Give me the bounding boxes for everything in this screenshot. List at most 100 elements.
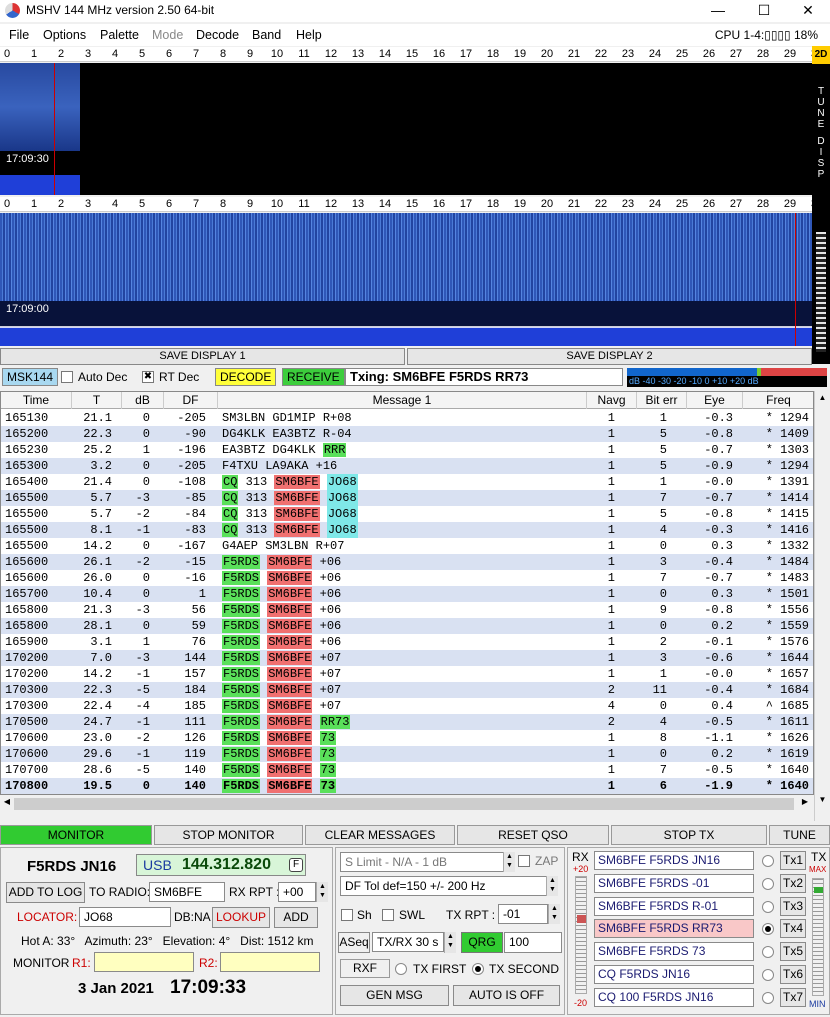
tune-button[interactable]: TUNE: [769, 825, 830, 845]
col-message[interactable]: Message 1: [218, 392, 587, 409]
tx-first-radio[interactable]: [395, 963, 407, 975]
clear-messages-button[interactable]: CLEAR MESSAGES: [305, 825, 455, 845]
s-limit-spinner[interactable]: ▲ ▼: [503, 852, 515, 872]
table-row[interactable]: 170600 29.6 -1 119 1 0 0.2 * 1619 F5RDS SM6BFE 7…: [1, 746, 813, 762]
col-eye[interactable]: Eye: [687, 392, 743, 409]
rxf-button[interactable]: RXF: [340, 959, 390, 978]
tx-rpt-input[interactable]: -01: [498, 904, 548, 924]
table-row[interactable]: 170800 19.5 0 140 1 6 -1.9 * 1640 F5RDS SM6BFE 7…: [1, 778, 813, 794]
table-row[interactable]: 165800 21.3 -3 56 1 9 -0.8 * 1556 F5RDS SM6BFE +…: [1, 602, 813, 618]
tx-select-radio[interactable]: [762, 923, 774, 936]
tx-slider-thumb[interactable]: [814, 887, 823, 893]
table-row[interactable]: 165800 28.1 0 59 1 0 0.2 * 1559 F5RDS SM6BFE +06: [1, 618, 813, 634]
txrx-spinner[interactable]: ▲ ▼: [444, 932, 456, 953]
tx-select-radio[interactable]: [762, 900, 774, 913]
menu-options[interactable]: Options: [43, 28, 86, 42]
auto-is-off-button[interactable]: AUTO IS OFF: [453, 985, 560, 1006]
tx-button[interactable]: Tx1: [780, 851, 806, 870]
table-row[interactable]: 165600 26.0 0 -16 1 7 -0.7 * 1483 F5RDS SM6BFE +…: [1, 570, 813, 586]
sh-checkbox[interactable]: [341, 909, 353, 921]
auto-dec-checkbox[interactable]: [61, 371, 73, 383]
rx-rpt-spinner[interactable]: ▲ ▼: [316, 882, 328, 902]
table-row[interactable]: 165900 3.1 1 76 1 2 -0.1 * 1576 F5RDS SM6BFE +06: [1, 634, 813, 650]
tx-select-radio[interactable]: [762, 946, 774, 959]
rx-slider-thumb[interactable]: [577, 915, 586, 923]
table-row[interactable]: 165600 26.1 -2 -15 1 3 -0.4 * 1484 F5RDS SM6BFE …: [1, 554, 813, 570]
table-row[interactable]: 170500 24.7 -1 111 2 4 -0.5 * 1611 F5RDS SM6BFE …: [1, 714, 813, 730]
txrx-period-input[interactable]: TX/RX 30 s: [372, 932, 444, 952]
tx-message-input[interactable]: SM6BFE F5RDS JN16: [594, 851, 754, 870]
col-navg[interactable]: Navg: [587, 392, 637, 409]
zap-checkbox[interactable]: [518, 855, 530, 867]
tx-select-radio[interactable]: [762, 877, 774, 890]
table-row[interactable]: 170200 7.0 -3 144 1 3 -0.6 * 1644 F5RDS SM6BFE +…: [1, 650, 813, 666]
add-to-log-button[interactable]: ADD TO LOG: [6, 882, 85, 903]
table-row[interactable]: 170300 22.4 -4 185 4 0 0.4 ^ 1685 F5RDS SM6BFE +…: [1, 698, 813, 714]
table-row[interactable]: 165500 5.7 -3 -85 1 7 -0.7 * 1414 CQ 313 SM6BFE …: [1, 490, 813, 506]
tx-button[interactable]: Tx3: [780, 896, 806, 916]
s-limit-input[interactable]: S Limit - N/A - 1 dB: [340, 852, 504, 872]
tx-message-input[interactable]: SM6BFE F5RDS R-01: [594, 896, 754, 916]
rx-rpt-input[interactable]: +00: [278, 882, 316, 902]
tx-select-radio[interactable]: [762, 855, 774, 867]
rx-level-slider[interactable]: [575, 876, 587, 994]
tx-message-input[interactable]: SM6BFE F5RDS -01: [594, 873, 754, 893]
tx-button[interactable]: Tx5: [780, 942, 806, 962]
table-row[interactable]: 170300 22.3 -5 184 2 11 -0.4 * 1684 F5RDS SM6BFE…: [1, 682, 813, 698]
table-scrollbar[interactable]: ▲ ▼: [814, 391, 830, 821]
tx-message-input[interactable]: SM6BFE F5RDS RR73: [594, 919, 754, 939]
menu-mode[interactable]: Mode: [152, 28, 183, 42]
table-hscrollbar[interactable]: ◀ ▶: [0, 795, 814, 821]
tx-level-slider[interactable]: [812, 878, 824, 996]
tx-button[interactable]: Tx2: [780, 873, 806, 893]
tx-select-radio[interactable]: [762, 969, 774, 981]
table-row[interactable]: 165300 3.2 0 -205 1 5 -0.9 * 1294 F4TXU LA9AKA +…: [1, 458, 813, 474]
col-db[interactable]: dB: [122, 392, 164, 409]
lookup-button[interactable]: LOOKUP: [212, 907, 270, 928]
save-display-2-button[interactable]: SAVE DISPLAY 2: [407, 348, 812, 365]
menu-band[interactable]: Band: [252, 28, 281, 42]
r1-input[interactable]: [94, 952, 194, 972]
tx-message-input[interactable]: SM6BFE F5RDS 73: [594, 942, 754, 962]
r2-input[interactable]: [220, 952, 320, 972]
save-display-1-button[interactable]: SAVE DISPLAY 1: [0, 348, 405, 365]
tx-second-radio[interactable]: [472, 963, 484, 975]
stop-tx-button[interactable]: STOP TX: [611, 825, 767, 845]
table-row[interactable]: 170600 23.0 -2 126 1 8 -1.1 * 1626 F5RDS SM6BFE …: [1, 730, 813, 746]
maximize-button[interactable]: ☐: [744, 0, 784, 22]
tx-message-input[interactable]: CQ 100 F5RDS JN16: [594, 987, 754, 1007]
waterfall-display-1[interactable]: 17:09:30: [0, 63, 812, 195]
close-button[interactable]: ✕: [788, 0, 828, 22]
menu-help[interactable]: Help: [296, 28, 322, 42]
table-row[interactable]: 165230 25.2 1 -196 1 5 -0.7 * 1303 EA3BTZ DG4KLK…: [1, 442, 813, 458]
monitor-button[interactable]: MONITOR: [0, 825, 152, 845]
rt-dec-checkbox[interactable]: ✖: [142, 371, 154, 383]
menu-palette[interactable]: Palette: [100, 28, 139, 42]
df-tol-input[interactable]: DF Tol def=150 +/- 200 Hz: [340, 876, 547, 896]
table-row[interactable]: 165700 10.4 0 1 1 0 0.3 * 1501 F5RDS SM6BFE +06: [1, 586, 813, 602]
table-row[interactable]: 165500 5.7 -2 -84 1 5 -0.8 * 1415 CQ 313 SM6BFE …: [1, 506, 813, 522]
table-row[interactable]: 165200 22.3 0 -90 1 5 -0.8 * 1409 DG4KLK EA3BTZ …: [1, 426, 813, 442]
tx-select-radio[interactable]: [762, 991, 774, 1004]
tx-rpt-spinner[interactable]: ▲ ▼: [548, 904, 560, 924]
table-row[interactable]: 165130 21.1 0 -205 1 1 -0.3 * 1294 SM3LBN GD1MIP…: [1, 410, 813, 426]
locator-input[interactable]: JO68: [79, 907, 171, 927]
minimize-button[interactable]: —: [698, 0, 738, 22]
f-button[interactable]: F: [289, 858, 303, 872]
table-row[interactable]: 165400 21.4 0 -108 1 1 -0.0 * 1391 CQ 313 SM6BFE…: [1, 474, 813, 490]
tx-message-input[interactable]: CQ F5RDS JN16: [594, 965, 754, 984]
col-freq[interactable]: Freq: [743, 392, 813, 409]
table-row[interactable]: 165500 8.1 -1 -83 1 4 -0.3 * 1416 CQ 313 SM6BFE …: [1, 522, 813, 538]
2d-toggle[interactable]: 2D: [812, 46, 830, 64]
decoded-messages-table[interactable]: Time T dB DF Message 1 Navg Bit err Eye …: [0, 391, 814, 795]
menu-decode[interactable]: Decode: [196, 28, 239, 42]
table-row[interactable]: 170200 14.2 -1 157 1 1 -0.0 * 1657 F5RDS SM6BFE …: [1, 666, 813, 682]
table-row[interactable]: 165500 14.2 0 -167 1 0 0.3 * 1332 G4AEP SM3LBN R…: [1, 538, 813, 554]
tx-button[interactable]: Tx6: [780, 965, 806, 984]
display-slider[interactable]: [816, 232, 826, 352]
waterfall-display-2[interactable]: 17:09:00: [0, 213, 812, 346]
frequency-display[interactable]: USB 144.312.820 F: [136, 854, 306, 876]
add-button[interactable]: ADD: [274, 907, 318, 928]
col-biterr[interactable]: Bit err: [637, 392, 687, 409]
reset-qso-button[interactable]: RESET QSO: [457, 825, 609, 845]
